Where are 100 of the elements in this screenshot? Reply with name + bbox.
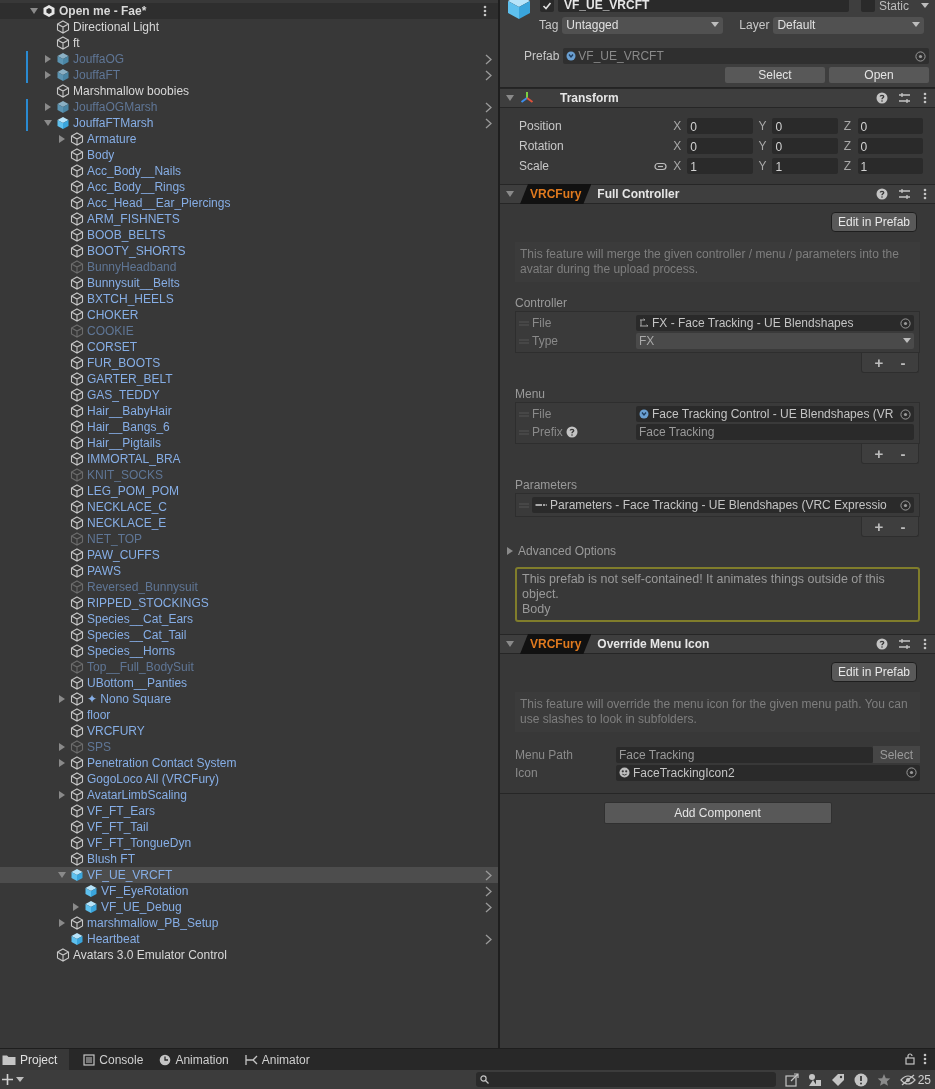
hierarchy-item[interactable]: Blush FT: [0, 851, 498, 867]
hierarchy-item[interactable]: Bunnysuit__Belts: [0, 275, 498, 291]
list-edit-button[interactable]: -: [900, 445, 906, 462]
expand-arrow-icon[interactable]: [44, 55, 52, 63]
hierarchy-item[interactable]: Hair__BabyHair: [0, 403, 498, 419]
presets-icon[interactable]: [898, 188, 911, 200]
hierarchy-item[interactable]: Heartbeat: [0, 931, 498, 947]
expand-arrow-icon[interactable]: [58, 135, 66, 143]
number-field[interactable]: 0: [687, 138, 753, 154]
number-field[interactable]: 1: [772, 158, 838, 174]
hierarchy-item[interactable]: Avatars 3.0 Emulator Control: [0, 947, 498, 963]
list-edit-button[interactable]: +: [874, 445, 884, 462]
chevron-right-icon[interactable]: [485, 870, 492, 881]
open-window-icon[interactable]: [784, 1072, 799, 1087]
component-header[interactable]: VRCFury Full Controller: [500, 184, 935, 204]
number-field[interactable]: 0: [772, 138, 838, 154]
hierarchy-item[interactable]: RIPPED_STOCKINGS: [0, 595, 498, 611]
search-field[interactable]: [475, 1072, 776, 1087]
object-field[interactable]: Parameters - Face Tracking - UE Blendshapes (VRC Expressio: [532, 497, 914, 513]
hierarchy-item[interactable]: BOOTY_SHORTS: [0, 243, 498, 259]
number-field[interactable]: 0: [687, 118, 753, 134]
hierarchy-item[interactable]: Marshmallow boobies: [0, 83, 498, 99]
hierarchy-item[interactable]: Penetration Contact System: [0, 755, 498, 771]
hierarchy-item[interactable]: IMMORTAL_BRA: [0, 451, 498, 467]
add-component-button[interactable]: Add Component: [603, 802, 832, 824]
hierarchy-item[interactable]: Body: [0, 147, 498, 163]
presets-icon[interactable]: [898, 92, 911, 104]
hierarchy-item[interactable]: GAS_TEDDY: [0, 387, 498, 403]
hierarchy-item[interactable]: CORSET: [0, 339, 498, 355]
hierarchy-item[interactable]: Species__Cat_Tail: [0, 627, 498, 643]
hierarchy-item[interactable]: GogoLoco All (VRCFury): [0, 771, 498, 787]
hierarchy-item[interactable]: ARM_FISHNETS: [0, 211, 498, 227]
more-options-icon[interactable]: [923, 92, 927, 104]
object-field[interactable]: FaceTrackingIcon2: [616, 764, 920, 781]
panel-tab[interactable]: Project: [0, 1049, 70, 1070]
link-icon[interactable]: [653, 161, 667, 171]
foldout[interactable]: Advanced Options: [500, 543, 935, 559]
hierarchy-item[interactable]: CHOKER: [0, 307, 498, 323]
hierarchy-item[interactable]: VF_UE_VRCFT: [0, 867, 498, 883]
collapse-arrow-icon[interactable]: [506, 640, 514, 648]
hierarchy-item[interactable]: Species__Horns: [0, 643, 498, 659]
hierarchy-item[interactable]: LEG_POM_POM: [0, 483, 498, 499]
active-checkbox[interactable]: [540, 0, 554, 12]
hierarchy-item[interactable]: PAW_CUFFS: [0, 547, 498, 563]
expand-arrow-icon[interactable]: [44, 103, 52, 111]
hierarchy-item[interactable]: ft: [0, 35, 498, 51]
panel-tab[interactable]: Animator: [242, 1049, 312, 1070]
hierarchy-item[interactable]: FUR_BOOTS: [0, 355, 498, 371]
lock-icon[interactable]: [905, 1053, 915, 1065]
prefab-field[interactable]: VF_UE_VRCFT: [563, 48, 929, 64]
number-field[interactable]: 0: [772, 118, 838, 134]
shapes-icon[interactable]: [807, 1072, 822, 1087]
layer-dropdown[interactable]: Default: [773, 16, 925, 34]
chevron-right-icon[interactable]: [485, 902, 492, 913]
edit-in-prefab-button[interactable]: Edit in Prefab: [830, 662, 917, 682]
prefab-action-button[interactable]: Select: [725, 67, 825, 83]
hierarchy-item[interactable]: ✦ Nono Square: [0, 691, 498, 707]
panel-tab[interactable]: Console: [81, 1049, 146, 1070]
tag-dropdown[interactable]: Untagged: [562, 16, 724, 34]
hierarchy-item[interactable]: GARTER_BELT: [0, 371, 498, 387]
expand-arrow-icon[interactable]: [58, 791, 66, 799]
expand-arrow-icon[interactable]: [44, 71, 52, 79]
more-options-icon[interactable]: [923, 638, 927, 650]
object-field[interactable]: Face Tracking Control - UE Blendshapes (VR: [636, 406, 914, 422]
collapse-arrow-icon[interactable]: [30, 7, 38, 15]
panel-tab[interactable]: Animation: [157, 1049, 231, 1070]
hierarchy-item[interactable]: AvatarLimbScaling: [0, 787, 498, 803]
collapse-arrow-icon[interactable]: [506, 190, 514, 198]
expand-arrow-icon[interactable]: [58, 743, 66, 751]
object-field[interactable]: FX - Face Tracking - UE Blendshapes: [636, 315, 914, 331]
hierarchy-item[interactable]: Species__Cat_Ears: [0, 611, 498, 627]
chevron-right-icon[interactable]: [485, 70, 492, 81]
component-header[interactable]: VRCFury Override Menu Icon: [500, 634, 935, 654]
hierarchy-item[interactable]: floor: [0, 707, 498, 723]
expand-arrow-icon[interactable]: [506, 547, 514, 555]
hierarchy-item[interactable]: VF_FT_Ears: [0, 803, 498, 819]
hierarchy-item[interactable]: VF_FT_Tail: [0, 819, 498, 835]
hierarchy-item[interactable]: NECKLACE_E: [0, 515, 498, 531]
hierarchy-item[interactable]: Directional Light: [0, 19, 498, 35]
number-field[interactable]: 1: [857, 158, 923, 174]
help-icon[interactable]: [876, 92, 888, 104]
list-edit-button[interactable]: +: [874, 354, 884, 371]
chevron-right-icon[interactable]: [485, 54, 492, 65]
more-options-icon[interactable]: [483, 5, 487, 17]
hierarchy-item[interactable]: Hair__Pigtails: [0, 435, 498, 451]
hierarchy-item[interactable]: VRCFURY: [0, 723, 498, 739]
help-icon[interactable]: [565, 426, 578, 438]
expand-arrow-icon[interactable]: [58, 759, 66, 767]
hierarchy-item[interactable]: Acc_Head__Ear_Piercings: [0, 195, 498, 211]
select-button[interactable]: Select: [872, 746, 920, 763]
create-button[interactable]: [2, 1074, 24, 1085]
hierarchy-item[interactable]: PAWS: [0, 563, 498, 579]
number-field[interactable]: 0: [857, 118, 923, 134]
list-edit-button[interactable]: -: [900, 518, 906, 535]
star-icon[interactable]: [876, 1072, 891, 1087]
help-icon[interactable]: [876, 638, 888, 650]
expand-arrow-icon[interactable]: [72, 903, 80, 911]
hierarchy-item[interactable]: BOOB_BELTS: [0, 227, 498, 243]
list-edit-button[interactable]: -: [900, 354, 906, 371]
chevron-right-icon[interactable]: [485, 934, 492, 945]
